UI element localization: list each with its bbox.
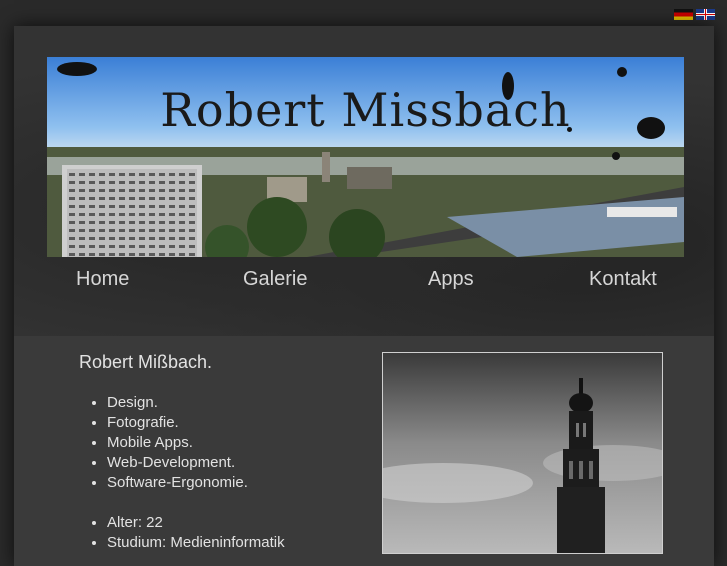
facts-list: Alter: 22 Studium: Medieninformatik <box>79 513 369 553</box>
flag-de-icon[interactable] <box>674 9 693 20</box>
about-section: Robert Mißbach. Design. Fotografie. Mobi… <box>79 352 369 553</box>
ink-splatter-decoration <box>612 152 620 160</box>
ink-splatter-decoration <box>567 127 572 132</box>
list-item: Software-Ergonomie. <box>107 473 369 493</box>
ink-splatter-decoration <box>637 117 665 139</box>
tower-photo <box>382 352 663 554</box>
city-panorama-image <box>47 147 684 257</box>
ink-splatter-decoration <box>502 72 514 100</box>
list-item: Web-Development. <box>107 453 369 473</box>
header-banner: Robert Missbach <box>47 57 684 257</box>
list-item: Studium: Medieninformatik <box>107 533 369 553</box>
nav-apps[interactable]: Apps <box>428 268 474 291</box>
ink-splatter-decoration <box>57 62 97 76</box>
list-item: Design. <box>107 393 369 413</box>
language-switch <box>674 9 715 20</box>
nav-kontakt[interactable]: Kontakt <box>589 268 657 291</box>
skills-list: Design. Fotografie. Mobile Apps. Web-Dev… <box>79 393 369 493</box>
church-tower-image <box>383 353 662 553</box>
list-item: Mobile Apps. <box>107 433 369 453</box>
ink-splatter-decoration <box>617 67 627 77</box>
main-navigation: Home Galerie Apps Kontakt <box>14 268 714 300</box>
site-title: Robert Missbach <box>160 83 571 137</box>
list-item: Alter: 22 <box>107 513 369 533</box>
nav-galerie[interactable]: Galerie <box>243 268 307 291</box>
flag-uk-icon[interactable] <box>696 9 715 20</box>
intro-heading: Robert Mißbach. <box>79 352 213 372</box>
nav-home[interactable]: Home <box>76 268 129 291</box>
list-item: Fotografie. <box>107 413 369 433</box>
